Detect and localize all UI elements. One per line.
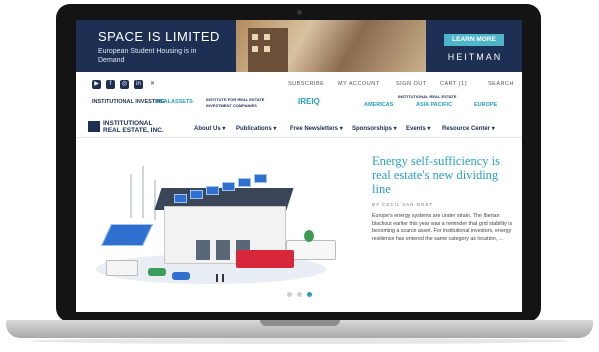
ad-window	[252, 46, 258, 52]
tree-graphic	[304, 230, 314, 242]
partner-logo-irei[interactable]: INSTITUTE FOR REAL ESTATE INVESTMENT COM…	[206, 97, 286, 109]
partner-asia-pacific[interactable]: ASIA PACIFIC	[416, 102, 452, 108]
ad-subtext: European Student Housing is in Demand	[98, 48, 197, 64]
solar-panel	[174, 194, 187, 203]
main-navigation: INSTITUTIONAL REAL ESTATE, INC. About Us…	[76, 117, 522, 138]
nav-publications[interactable]: Publications ▾	[236, 125, 276, 132]
warehouse-door	[216, 240, 230, 260]
ad-window	[264, 46, 270, 52]
solar-panel	[190, 190, 203, 199]
partner-logo-iii[interactable]: INSTITUTIONAL INVESTING	[92, 99, 165, 105]
carousel-dot[interactable]	[297, 292, 302, 297]
nav-label: Sponsorships	[352, 126, 393, 132]
linkedin-icon[interactable]: in	[134, 80, 143, 89]
car-graphic	[148, 268, 166, 276]
nav-events[interactable]: Events ▾	[406, 125, 430, 132]
nav-label: Events	[406, 126, 426, 132]
logo-line-1: INSTITUTIONAL	[103, 120, 153, 127]
ad-window	[264, 34, 270, 40]
nav-resource-center[interactable]: Resource Center ▾	[442, 125, 495, 132]
banner-ad[interactable]: SPACE IS LIMITED European Student Housin…	[76, 20, 522, 72]
nav-free-newsletters[interactable]: Free Newsletters ▾	[290, 125, 343, 132]
partner-europe[interactable]: EUROPE	[474, 102, 497, 108]
laptop-shadow	[30, 338, 569, 344]
ad-photo	[236, 20, 426, 72]
solar-field-graphic	[100, 224, 154, 246]
wind-turbine-icon	[154, 180, 156, 220]
cart-link[interactable]: CART (1)	[440, 81, 467, 87]
person-graphic	[216, 274, 218, 282]
carousel-dot-active[interactable]	[307, 292, 312, 297]
nav-sponsorships[interactable]: Sponsorships ▾	[352, 125, 397, 132]
nav-label: About Us	[194, 126, 221, 132]
logo-line-2: REAL ESTATE, INC.	[103, 127, 164, 134]
search-link[interactable]: SEARCH	[488, 81, 514, 87]
red-truck-graphic	[236, 250, 294, 268]
carousel-dot[interactable]	[287, 292, 292, 297]
carousel-pagination	[287, 292, 317, 298]
partner-header: INSTITUTIONAL REAL ESTATE	[398, 94, 457, 99]
article-author: BY CECIL VAN DOST	[372, 202, 434, 207]
solar-panel	[254, 174, 267, 183]
van-graphic	[106, 260, 138, 276]
x-icon[interactable]: ✕	[148, 80, 157, 89]
partner-americas[interactable]: AMERICAS	[364, 102, 393, 108]
youtube-icon[interactable]: ▶	[92, 80, 101, 89]
partner-logo-realassets[interactable]: REALASSETS	[156, 99, 193, 105]
nav-about-us[interactable]: About Us ▾	[194, 125, 225, 132]
site-logo[interactable]: INSTITUTIONAL REAL ESTATE, INC.	[103, 120, 193, 134]
logo-icon[interactable]	[88, 121, 100, 132]
partner-logo-ireiq[interactable]: IREIQ	[298, 97, 320, 106]
ad-learn-more-button[interactable]: LEARN MORE	[444, 34, 504, 46]
solar-panel	[238, 178, 251, 187]
article-title[interactable]: Energy self-sufficiency is real estate's…	[372, 154, 514, 196]
nav-label: Publications	[236, 126, 272, 132]
ad-headline: SPACE IS LIMITED	[98, 29, 220, 44]
sign-out-link[interactable]: SIGN OUT	[396, 81, 427, 87]
featured-article: Energy self-sufficiency is real estate's…	[372, 154, 514, 243]
car-graphic	[172, 272, 190, 280]
browser-screen: SPACE IS LIMITED European Student Housin…	[76, 20, 522, 312]
article-excerpt: Europe's energy systems are under strain…	[372, 213, 513, 242]
nav-label: Free Newsletters	[290, 126, 339, 132]
wind-turbine-icon	[142, 166, 144, 218]
camera-dot	[297, 10, 302, 15]
partner-logos: INSTITUTIONAL INVESTING REALASSETS INSTI…	[76, 94, 522, 114]
utility-bar: ▶ f ◎ in ✕ SUBSCRIBE MY ACCOUNT SIGN OUT…	[76, 78, 522, 92]
solar-panel	[222, 182, 235, 191]
wind-turbine-icon	[130, 174, 132, 218]
ad-window	[252, 34, 258, 40]
instagram-icon[interactable]: ◎	[120, 80, 129, 89]
ad-brand-logo: HEITMAN	[447, 52, 503, 62]
nav-label: Resource Center	[442, 126, 491, 132]
person-graphic	[222, 274, 224, 282]
warehouse-door	[196, 240, 210, 260]
my-account-link[interactable]: MY ACCOUNT	[338, 81, 380, 87]
hero-illustration[interactable]	[86, 144, 336, 294]
laptop-notch	[260, 320, 340, 326]
subscribe-link[interactable]: SUBSCRIBE	[288, 81, 324, 87]
solar-panel	[206, 186, 219, 195]
facebook-icon[interactable]: f	[106, 80, 115, 89]
